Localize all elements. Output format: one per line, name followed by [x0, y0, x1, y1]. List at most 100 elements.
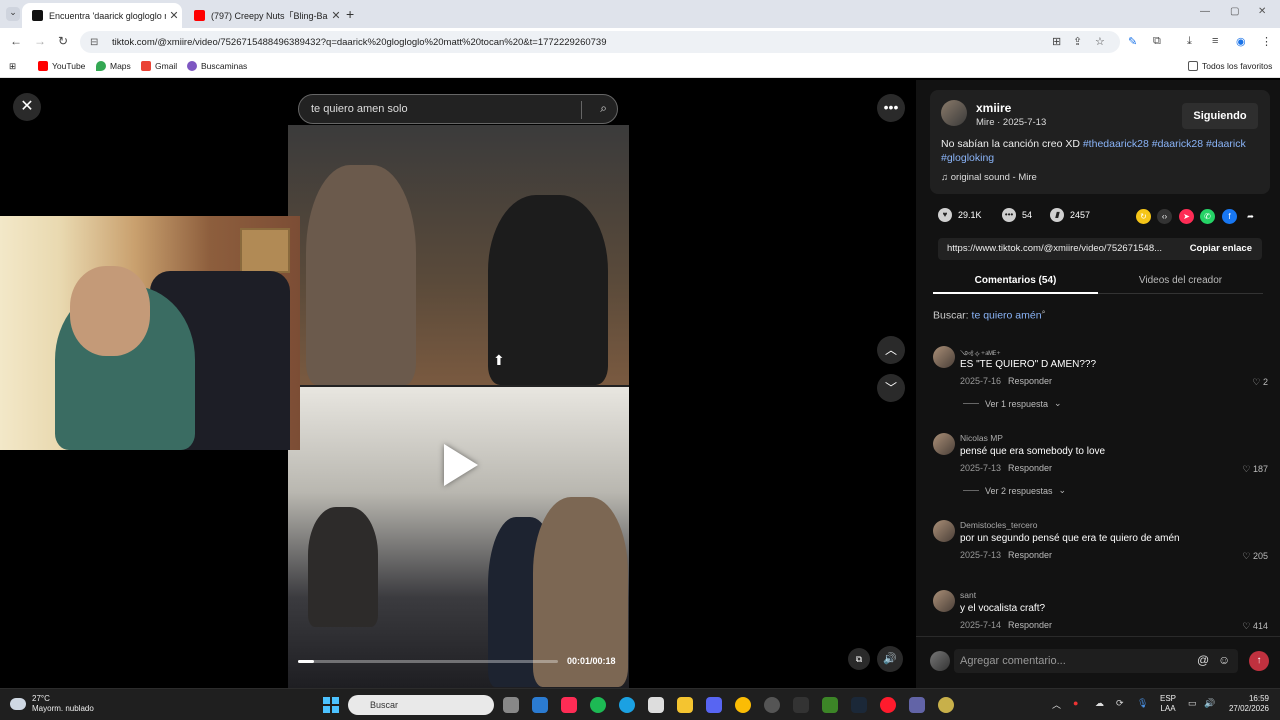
previous-video-button[interactable]: ︿ [877, 336, 905, 364]
tab-comments[interactable]: Comentarios (54) [933, 275, 1098, 286]
author-avatar[interactable] [941, 100, 967, 126]
file-explorer-icon[interactable] [677, 697, 693, 713]
store-icon[interactable] [648, 697, 664, 713]
search-icon[interactable]: ⌕ [600, 101, 607, 116]
discord-icon[interactable] [706, 697, 722, 713]
app-icon[interactable] [938, 697, 954, 713]
author-username[interactable]: xmiire [976, 101, 1011, 115]
windows-start-icon[interactable] [323, 697, 339, 713]
tray-chevron-icon[interactable]: ︿ [1052, 698, 1061, 711]
minecraft-icon[interactable] [822, 697, 838, 713]
bookmark-buscaminas[interactable]: Buscaminas [187, 61, 247, 71]
download-icon[interactable]: ⤓ [1187, 35, 1192, 48]
taskbar-search[interactable]: Buscar [348, 695, 494, 715]
send-comment-button[interactable]: ↑ [1249, 651, 1269, 671]
tab-tiktok[interactable]: Encuentra 'daarick glogloglo matt' ... ✕ [22, 3, 182, 28]
play-icon[interactable] [444, 444, 478, 486]
extensions-puzzle-icon[interactable]: ⧉ [1153, 35, 1161, 48]
reply-button[interactable]: Responder [1008, 550, 1052, 560]
comment-avatar[interactable] [933, 590, 955, 612]
following-button[interactable]: Siguiendo [1182, 103, 1258, 129]
tray-cloud-icon[interactable]: ☁ [1095, 698, 1104, 709]
minimize-icon[interactable]: — [1200, 6, 1210, 17]
close-tab-icon[interactable]: ✕ [166, 9, 182, 22]
back-icon[interactable]: ← [10, 34, 22, 48]
spotify-icon[interactable] [590, 697, 606, 713]
reply-button[interactable]: Responder [1008, 376, 1052, 386]
share-arrow-icon[interactable]: ➦ [1243, 209, 1258, 224]
apps-grid-icon[interactable]: ⊞ [9, 61, 16, 72]
epic-games-icon[interactable] [793, 697, 809, 713]
comment-likes[interactable]: ♡ 2 [1252, 377, 1268, 388]
teams-icon[interactable] [909, 697, 925, 713]
comment-username[interactable]: Nicolas MP [960, 433, 1003, 443]
address-bar[interactable]: ⊟ tiktok.com/@xmiire/video/7526715488496… [80, 31, 1120, 53]
video-player[interactable] [288, 125, 629, 688]
view-replies-button[interactable]: Ver 2 respuestas ⌄ [963, 485, 1066, 496]
share-link-text[interactable]: https://www.tiktok.com/@xmiire/video/752… [947, 243, 1177, 254]
forward-icon[interactable]: → [34, 34, 46, 48]
comment-avatar[interactable] [933, 433, 955, 455]
tiktok-app-icon[interactable] [561, 697, 577, 713]
more-options-button[interactable]: ••• [877, 94, 905, 122]
comment-username[interactable]: sant [960, 590, 976, 600]
comment-search-term[interactable]: te quiero amén [972, 310, 1042, 322]
music-row[interactable]: ♫ original sound - Mire [941, 172, 1037, 183]
close-tab-icon[interactable]: ✕ [328, 9, 344, 22]
reply-button[interactable]: Responder [1008, 463, 1052, 473]
app-icon[interactable] [764, 697, 780, 713]
menu-icon[interactable]: ⋮ [1261, 35, 1272, 48]
close-viewer-button[interactable]: ✕ [13, 93, 41, 121]
facebook-icon[interactable]: f [1222, 209, 1237, 224]
new-tab-button[interactable]: + [346, 6, 354, 22]
repost-icon[interactable]: ↻ [1136, 209, 1151, 224]
bookmark-star-icon[interactable]: ☆ [1095, 35, 1105, 48]
maximize-icon[interactable]: ▢ [1230, 6, 1239, 17]
media-icon[interactable]: ≡ [1212, 35, 1218, 47]
close-window-icon[interactable]: ✕ [1258, 6, 1266, 17]
chrome-icon[interactable] [735, 697, 751, 713]
edge-icon[interactable] [619, 697, 635, 713]
bookmark-maps[interactable]: Maps [96, 61, 131, 71]
view-replies-button[interactable]: Ver 1 respuesta ⌄ [963, 398, 1062, 409]
comment-likes[interactable]: ♡ 205 [1242, 551, 1268, 562]
volume-icon[interactable]: 🔊 [877, 646, 903, 672]
floating-player-icon[interactable]: ⧉ [848, 648, 870, 670]
extension-icon[interactable]: ✎ [1128, 35, 1137, 48]
emoji-icon[interactable]: ☺ [1218, 653, 1230, 667]
tray-app-icon[interactable]: ⟳ [1116, 698, 1124, 709]
weather-widget[interactable]: 27°C Mayorm. nublado [10, 694, 94, 714]
install-icon[interactable]: ⇪ [1073, 35, 1082, 48]
like-button[interactable]: ♥ 29.1K [938, 208, 982, 222]
steam-icon[interactable] [851, 697, 867, 713]
opera-icon[interactable] [880, 697, 896, 713]
send-icon[interactable]: ➤ [1179, 209, 1194, 224]
reload-icon[interactable]: ↻ [58, 34, 68, 48]
speaker-icon[interactable]: 🔊 [1204, 698, 1215, 709]
tab-search-icon[interactable]: ⌄ [6, 7, 20, 21]
reply-button[interactable]: Responder [1008, 620, 1052, 630]
profile-icon[interactable]: ◉ [1236, 35, 1246, 48]
tab-youtube[interactable]: (797) Creepy Nuts「Bling-Bang- ✕ [184, 3, 344, 28]
comment-avatar[interactable] [933, 346, 955, 368]
comment-button[interactable]: ••• 54 [1002, 208, 1032, 222]
translate-icon[interactable]: ⊞ [1052, 35, 1061, 48]
bookmark-youtube[interactable]: YouTube [38, 61, 85, 71]
mention-icon[interactable]: @ [1197, 653, 1209, 667]
comment-username[interactable]: Demistocles_tercero [960, 520, 1037, 530]
save-button[interactable]: ▮ 2457 [1050, 208, 1090, 222]
bookmark-gmail[interactable]: Gmail [141, 61, 177, 71]
video-progress-bar[interactable] [298, 660, 558, 663]
all-bookmarks[interactable]: Todos los favoritos [1188, 61, 1272, 71]
comment-avatar[interactable] [933, 520, 955, 542]
whatsapp-icon[interactable]: ✆ [1200, 209, 1215, 224]
comment-likes[interactable]: ♡ 187 [1242, 464, 1268, 475]
next-video-button[interactable]: ﹀ [877, 374, 905, 402]
system-clock[interactable]: 16:59 27/02/2026 [1225, 694, 1269, 714]
tab-creator-videos[interactable]: Videos del creador [1098, 275, 1263, 286]
embed-icon[interactable]: ‹› [1157, 209, 1172, 224]
video-search-input[interactable]: te quiero amen solo ⌕ [298, 94, 618, 124]
language-indicator[interactable]: ESP LAA [1160, 694, 1176, 714]
network-icon[interactable]: ▭ [1188, 698, 1197, 709]
site-info-icon[interactable]: ⊟ [90, 37, 102, 48]
